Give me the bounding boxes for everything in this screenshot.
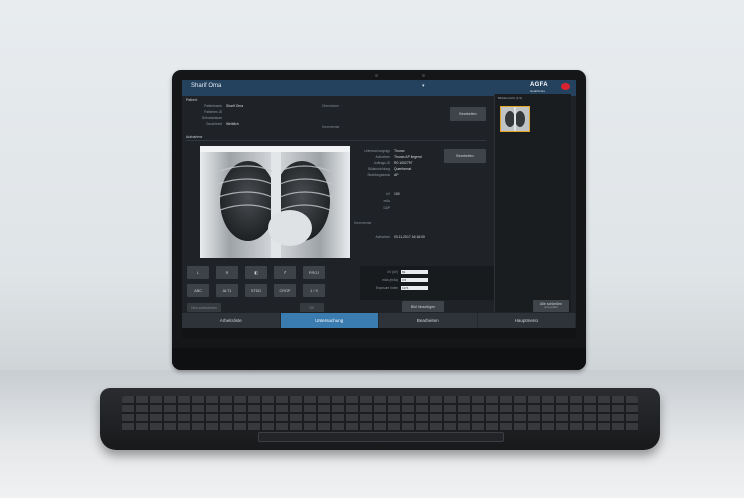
thumbnail-item[interactable] xyxy=(500,106,530,132)
trackpad xyxy=(258,432,504,442)
exam-field-label: Untersuchungstyp xyxy=(364,149,390,153)
exposure-param-label: kV (kV) xyxy=(387,270,398,274)
agfa-logo-icon xyxy=(561,83,570,90)
laptop-display: Sharif Oma ▾ AGFA HealthCare Patient Übe… xyxy=(172,70,586,370)
exposure-param-field[interactable]: 1174 xyxy=(401,286,428,290)
projection-button[interactable]: PROJ xyxy=(303,266,325,279)
invert-icon[interactable]: ◧ xyxy=(245,266,267,279)
agfa-logo: AGFA HealthCare xyxy=(530,82,570,93)
keyboard xyxy=(122,396,638,432)
keyboard-base xyxy=(100,388,660,450)
patient-field-label: Patienten-ID xyxy=(204,110,222,114)
patient-field-value: Weiblich xyxy=(226,122,239,126)
exam-comment-label: Kommentar xyxy=(354,221,372,225)
app-window: Sharif Oma ▾ AGFA HealthCare Patient Übe… xyxy=(182,80,576,338)
patient-section-title: Patient xyxy=(186,98,198,102)
comment-label: Kommentar xyxy=(322,125,340,129)
patient-field-label: Patientname xyxy=(204,104,222,108)
exam-edit-button[interactable]: Bearbeiten xyxy=(444,149,486,163)
add-image-button[interactable]: Bild hinzufügen xyxy=(402,301,444,312)
crop-button[interactable]: CROP xyxy=(274,284,296,297)
exam-field-label: Aufnahme xyxy=(375,155,390,159)
patient-selector[interactable]: Sharif Oma xyxy=(191,83,221,89)
exam-field-value: R0 1002797 xyxy=(394,161,413,165)
brand-name: AGFA xyxy=(530,82,548,88)
dose-field-label: kV xyxy=(386,192,390,196)
exam-field-label: Strahlungsdosis xyxy=(367,173,390,177)
right-marker-button[interactable]: R xyxy=(216,266,238,279)
close-study-sublabel: und senden xyxy=(544,306,558,309)
exam-date-label: Aufnahme xyxy=(375,235,390,239)
thumbnail-panel: Bildübersicht (1/1) Alle schließen und s… xyxy=(494,94,571,312)
exam-field-value: Thorax xyxy=(394,149,405,153)
brand-sub: HealthCare xyxy=(530,89,546,93)
dose-field-label: DAP xyxy=(383,206,390,210)
thumbnail-header: Bildübersicht (1/1) xyxy=(498,96,523,100)
close-study-button[interactable]: Alle schließen und senden xyxy=(533,300,569,312)
exposure-param-label: mAs (mAs) xyxy=(382,278,398,282)
page-indicator-button[interactable]: 1 / 9 xyxy=(303,284,325,297)
exam-section-title: Aufnahme xyxy=(186,135,203,139)
dose-field-label: mAs xyxy=(383,199,390,203)
section-divider xyxy=(186,140,486,141)
camera-icon xyxy=(375,74,378,77)
exposure-panel: kV (kV) 81 mAs (mAs) 3.5 Exposure Index 1174 xyxy=(360,266,500,300)
left-marker-button[interactable]: L xyxy=(187,266,209,279)
alt-button[interactable]: ALT1 xyxy=(216,284,238,297)
exam-field-value: Querformat xyxy=(394,167,412,171)
patient-field-label: Geburtsdatum xyxy=(201,116,222,120)
xray-image[interactable] xyxy=(200,146,350,258)
patient-field-label: Geschlecht xyxy=(206,122,222,126)
main-tabs: Arbeitsliste Untersuchung Bearbeiten Hau… xyxy=(182,313,576,328)
sensor-icon xyxy=(422,74,425,77)
patient-field-value: Sharif Oma xyxy=(226,104,244,108)
display-hinge xyxy=(172,348,586,370)
tab-edit[interactable]: Bearbeiten xyxy=(379,313,478,328)
patient-edit-button[interactable]: Bearbeiten xyxy=(450,107,486,121)
stdd-button[interactable]: STDD xyxy=(245,284,267,297)
exposure-param-label: Exposure Index xyxy=(375,286,398,290)
rotate-icon[interactable]: ↱ xyxy=(274,266,296,279)
reacquire-button[interactable]: Neu aufnehmen xyxy=(187,303,221,312)
tab-examination[interactable]: Untersuchung xyxy=(280,313,379,328)
tab-main-menu[interactable]: Hauptmenü xyxy=(478,313,576,328)
exam-date-value: 03.11.2017 16:16:00 xyxy=(394,235,425,239)
tab-worklist[interactable]: Arbeitsliste xyxy=(182,313,281,328)
annotation-button[interactable]: ABC xyxy=(187,284,209,297)
exam-field-label: Bildausrichtung xyxy=(368,167,390,171)
chevron-down-icon[interactable]: ▾ xyxy=(422,83,425,89)
ok-button[interactable]: OK xyxy=(300,303,324,312)
exposure-param-field[interactable]: 3.5 xyxy=(401,278,428,282)
status-bar xyxy=(182,328,576,338)
dose-field-value: 100 xyxy=(394,192,400,196)
exam-field-value: Thorax AP liegend xyxy=(394,155,422,159)
referrer-label: Überweiser xyxy=(322,104,340,108)
exam-field-value: AP xyxy=(394,173,399,177)
exposure-param-field[interactable]: 81 xyxy=(401,270,428,274)
exam-field-label: Auftrags-ID xyxy=(373,161,390,165)
